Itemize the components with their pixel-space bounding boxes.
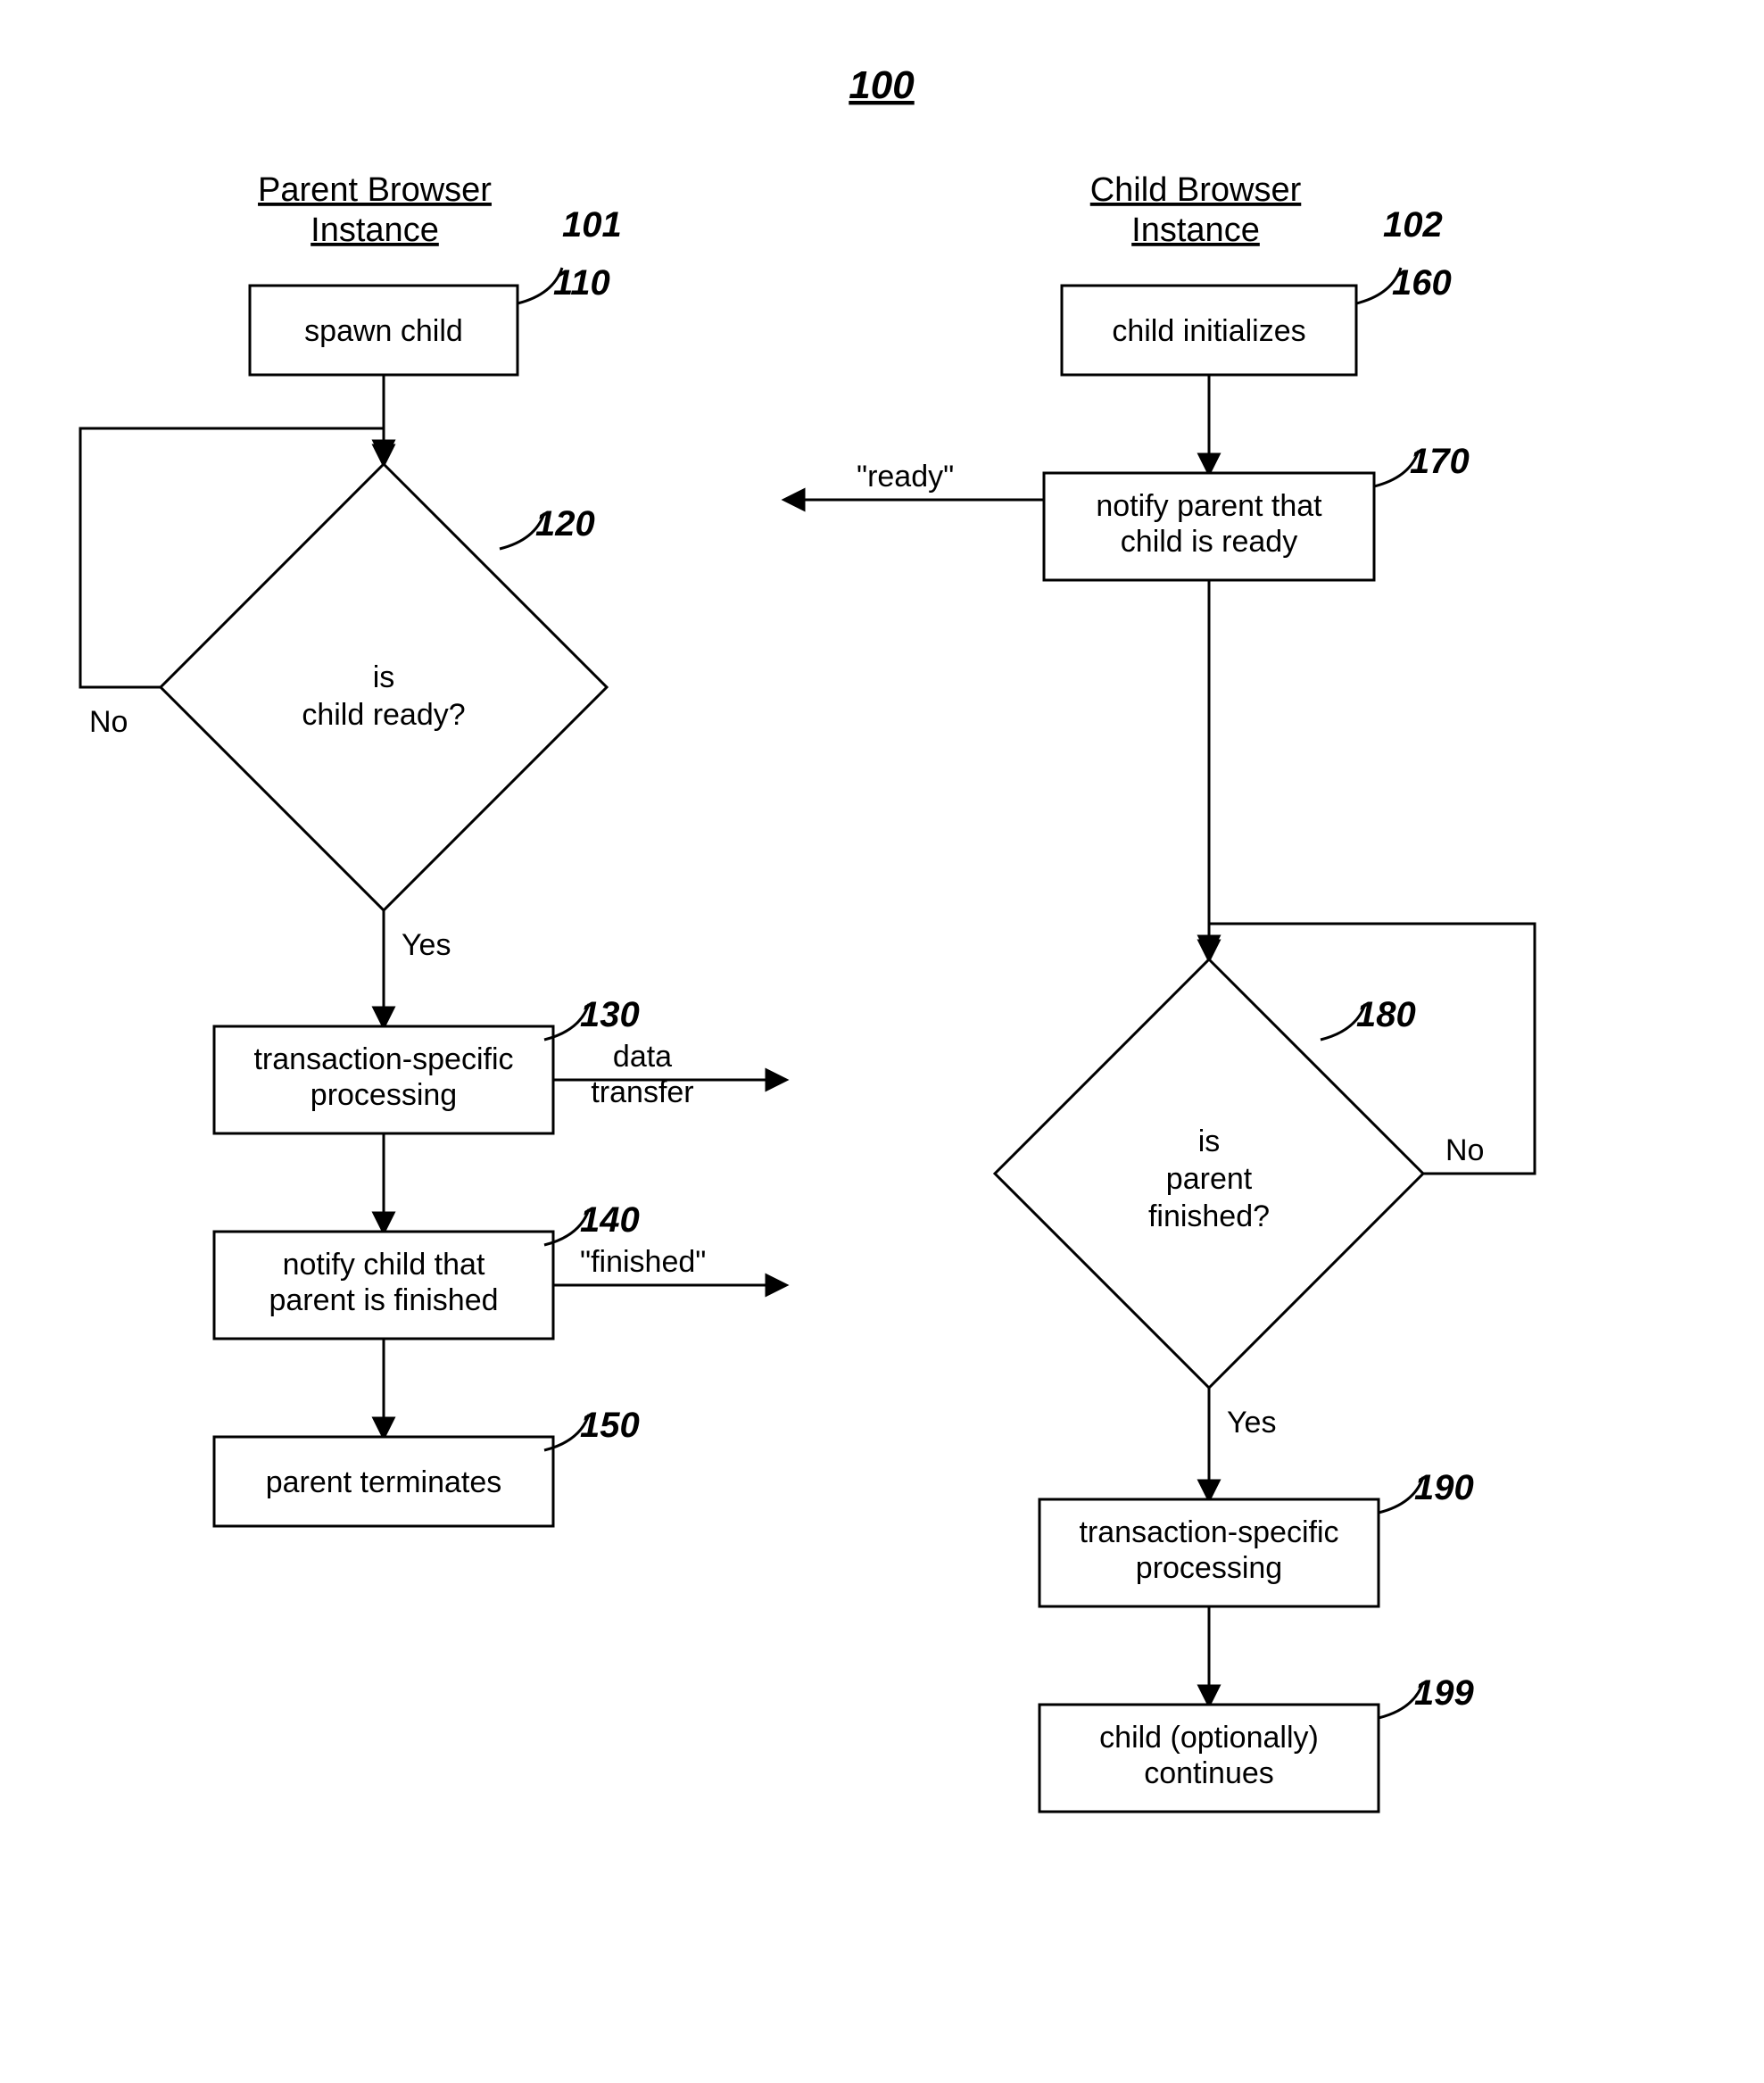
n190-l1: transaction-specific xyxy=(1079,1515,1338,1549)
n130-l2: processing xyxy=(311,1078,457,1112)
n199-l1: child (optionally) xyxy=(1099,1721,1319,1755)
n180-l1: is xyxy=(1198,1124,1221,1158)
n110-l1: spawn child xyxy=(304,314,463,348)
n120-l2: child ready? xyxy=(302,698,465,732)
parent-title-l1: Parent Browser xyxy=(258,171,492,209)
lbl-ready: "ready" xyxy=(857,460,954,494)
lbl-data-l2: transfer xyxy=(591,1075,693,1109)
parent-title-l2: Instance xyxy=(311,212,439,249)
n110-ref: 110 xyxy=(553,263,610,303)
n190-l2: processing xyxy=(1136,1551,1282,1585)
n170-l1: notify parent that xyxy=(1096,489,1322,523)
n140-l1: notify child that xyxy=(283,1248,485,1282)
n160-l1: child initializes xyxy=(1112,314,1305,348)
n160-ref: 160 xyxy=(1392,263,1452,303)
n180-ref: 180 xyxy=(1356,995,1416,1034)
lbl-data-l1: data xyxy=(613,1040,672,1074)
child-title-l2: Instance xyxy=(1131,212,1260,249)
figure-ref: 100 xyxy=(849,63,915,107)
n140-l2: parent is finished xyxy=(269,1283,498,1317)
lbl-yes-left: Yes xyxy=(402,928,451,962)
n190-ref: 190 xyxy=(1414,1468,1474,1507)
lbl-no-right: No xyxy=(1445,1133,1484,1167)
child-col-ref: 102 xyxy=(1383,205,1443,245)
n170-ref: 170 xyxy=(1410,442,1470,481)
n170-l2: child is ready xyxy=(1121,525,1297,559)
n130-l1: transaction-specific xyxy=(253,1042,513,1076)
n150-ref: 150 xyxy=(580,1406,640,1445)
lbl-no-left: No xyxy=(89,705,128,739)
child-title-l1: Child Browser xyxy=(1090,171,1302,209)
parent-col-ref: 101 xyxy=(562,205,622,245)
n150-l1: parent terminates xyxy=(266,1465,502,1499)
n180-l2: parent xyxy=(1166,1162,1253,1196)
n199-ref: 199 xyxy=(1414,1673,1474,1713)
n120-ref: 120 xyxy=(535,504,595,544)
lbl-finished: "finished" xyxy=(580,1245,706,1279)
n140-ref: 140 xyxy=(580,1200,640,1240)
n120-l1: is xyxy=(373,660,395,694)
lbl-yes-right: Yes xyxy=(1227,1406,1276,1440)
n199-l2: continues xyxy=(1144,1756,1274,1790)
n130-ref: 130 xyxy=(580,995,640,1034)
n180-l3: finished? xyxy=(1148,1199,1270,1233)
flowchart-canvas: 100 Parent Browser Instance 101 Child Br… xyxy=(0,0,1764,2083)
